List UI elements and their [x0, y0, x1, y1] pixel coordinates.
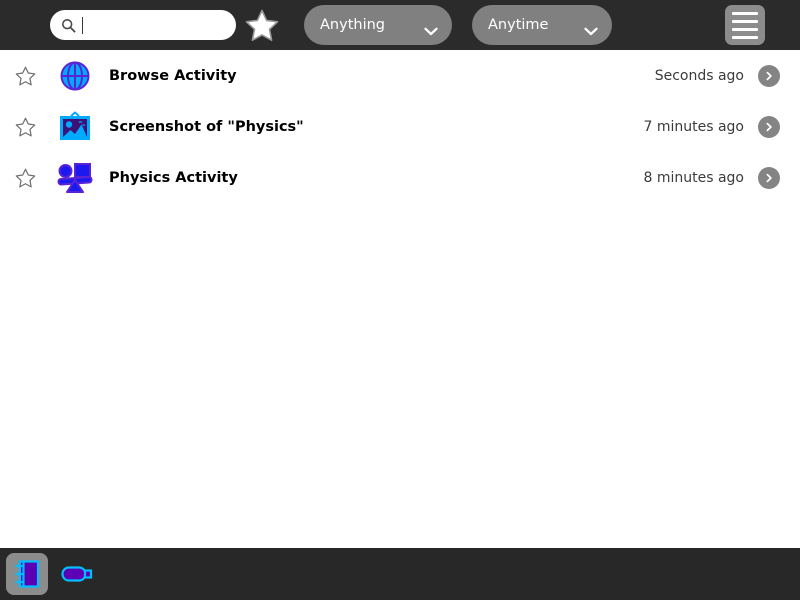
chevron-down-icon [584, 21, 598, 35]
list-view-icon-line [732, 27, 758, 31]
star-icon [245, 9, 279, 42]
entry-detail-button[interactable] [758, 166, 780, 189]
frame-item-journal[interactable] [6, 553, 48, 595]
list-view-icon-line [732, 35, 758, 39]
search-text-area[interactable] [82, 10, 226, 40]
list-view-icon-line [732, 19, 758, 23]
entry-title: Physics Activity [109, 169, 238, 186]
list-view-button[interactable] [725, 5, 765, 45]
table-row[interactable]: Browse Activity Seconds ago [0, 50, 800, 101]
frame-item-usb-drive[interactable] [56, 553, 98, 595]
entry-title: Screenshot of "Physics" [109, 118, 304, 135]
table-row[interactable]: Physics Activity 8 minutes ago [0, 152, 800, 203]
time-filter-label: Anytime [488, 16, 549, 33]
time-filter-dropdown[interactable]: Anytime [472, 5, 612, 45]
entry-timestamp: 7 minutes ago [643, 118, 744, 135]
table-row[interactable]: Screenshot of "Physics" 7 minutes ago [0, 101, 800, 152]
chevron-down-icon [424, 21, 438, 35]
image-icon [50, 111, 100, 143]
star-outline-icon [15, 66, 36, 86]
globe-icon [50, 61, 100, 91]
kind-filter-label: Anything [320, 16, 385, 33]
usb-drive-icon [61, 564, 93, 584]
favorite-toggle[interactable] [0, 168, 50, 188]
favorite-toggle[interactable] [0, 66, 50, 86]
list-view-icon [732, 11, 758, 15]
entry-detail-button[interactable] [758, 115, 780, 138]
chevron-right-icon [765, 71, 773, 81]
favorite-toggle[interactable] [0, 117, 50, 137]
star-outline-icon [15, 117, 36, 137]
search-input[interactable] [50, 10, 236, 40]
chevron-right-icon [765, 122, 773, 132]
entry-detail-button[interactable] [758, 64, 780, 87]
entry-timestamp: 8 minutes ago [643, 169, 744, 186]
kind-filter-dropdown[interactable]: Anything [304, 5, 452, 45]
physics-icon [50, 162, 100, 194]
chevron-right-icon [765, 173, 773, 183]
journal-icon [13, 559, 41, 589]
entry-timestamp: Seconds ago [654, 67, 744, 84]
entry-title: Browse Activity [109, 67, 237, 84]
text-caret [82, 16, 83, 34]
star-outline-icon [15, 168, 36, 188]
frame-bar [0, 548, 800, 600]
journal-window: Anything Anytime Browse Activity Seconds… [0, 0, 800, 600]
journal-toolbar: Anything Anytime [0, 0, 800, 50]
favorites-filter-button[interactable] [242, 5, 282, 45]
search-icon [61, 18, 76, 33]
journal-entry-list: Browse Activity Seconds ago Screenshot o… [0, 50, 800, 548]
